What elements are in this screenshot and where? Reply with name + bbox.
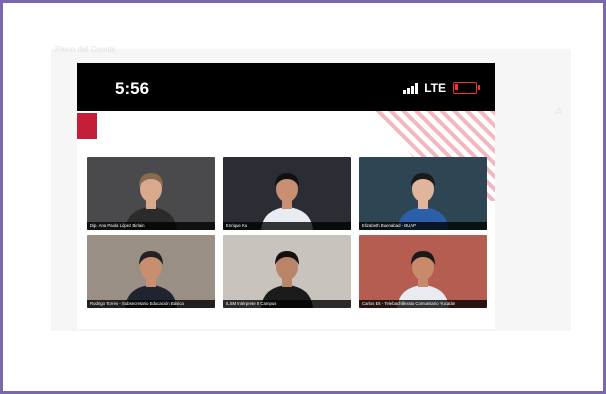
phone-status-bar: 5:56 LTE: [77, 63, 495, 111]
phone-screen: 5:56 LTE Dip. Ana Paola López Birlain Enr…: [77, 63, 495, 329]
participant-avatar: [125, 173, 177, 230]
participant-name: Elizabeth Buenabad - BUAP: [359, 222, 487, 230]
battery-icon: [453, 82, 480, 94]
participant-tile[interactable]: Enrique Ku: [223, 157, 351, 230]
participant-name: Rodrigo Torres - Subsecretario Educación…: [87, 300, 215, 308]
participant-avatar: [397, 251, 449, 308]
signal-icon: [403, 82, 419, 94]
background-right-text: A: [555, 106, 563, 118]
participant-tile[interactable]: Carlos Ek - Telebachillerato Comunitario…: [359, 235, 487, 308]
participant-tile[interactable]: Rodrigo Torres - Subsecretario Educación…: [87, 235, 215, 308]
background-caption: Pleno del Comité: [55, 45, 116, 54]
status-indicators: LTE: [403, 81, 480, 95]
network-label: LTE: [424, 81, 446, 95]
participant-name: Enrique Ku: [223, 222, 351, 230]
participant-tile[interactable]: Elizabeth Buenabad - BUAP: [359, 157, 487, 230]
status-time: 5:56: [115, 79, 150, 98]
participant-name: Carlos Ek - Telebachillerato Comunitario…: [359, 300, 487, 308]
participant-avatar: [125, 251, 177, 308]
participant-avatar: [261, 251, 313, 308]
window-frame: Pleno del Comité A 5:56 LTE Dip. Ana Pao…: [0, 0, 606, 394]
participant-tile[interactable]: ILSM Intérprete II Campus: [223, 235, 351, 308]
participant-name: ILSM Intérprete II Campus: [223, 300, 351, 308]
participant-name: Dip. Ana Paola López Birlain: [87, 222, 215, 230]
participant-avatar: [397, 173, 449, 230]
participant-tile[interactable]: Dip. Ana Paola López Birlain: [87, 157, 215, 230]
participant-avatar: [261, 173, 313, 230]
accent-bar: [77, 113, 97, 139]
